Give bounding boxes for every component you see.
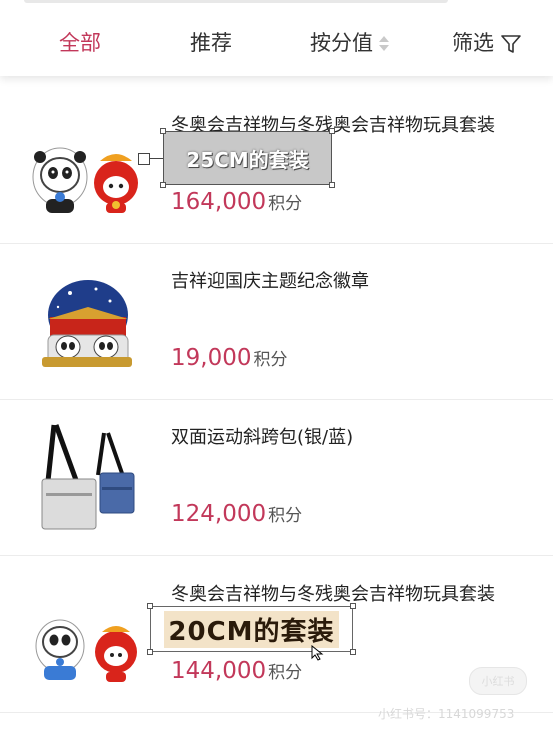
mascot-plush-set-image (32, 147, 138, 213)
national-day-badge-image (42, 280, 132, 367)
resize-handle[interactable] (329, 182, 335, 188)
tab-filter-label: 筛选 (452, 31, 494, 55)
price-value: 164,000 (171, 189, 267, 215)
product-title: 吉祥迎国庆主题纪念徽章 (171, 271, 369, 292)
product-item[interactable]: 双面运动斜跨包(银/蓝) 124,000 积分 (0, 399, 553, 556)
price-unit: 积分 (253, 350, 288, 370)
price-unit: 积分 (268, 506, 303, 526)
price-value: 19,000 (171, 345, 252, 371)
resize-handle[interactable] (147, 603, 153, 609)
tab-filter[interactable]: 筛选 (452, 28, 522, 58)
price-unit: 积分 (268, 663, 303, 683)
mouse-cursor-icon (311, 645, 324, 661)
filter-icon (501, 35, 521, 53)
tab-recommended[interactable]: 推荐 (190, 28, 232, 58)
annotation-connector-line (150, 158, 163, 159)
price-value: 124,000 (171, 501, 267, 527)
product-price: 144,000 积分 (171, 658, 302, 684)
price-unit: 积分 (268, 194, 303, 214)
product-title: 双面运动斜跨包(银/蓝) (171, 427, 354, 448)
resize-handle[interactable] (160, 182, 166, 188)
tab-bar: 全部 推荐 按分值 筛选 (0, 0, 553, 76)
watermark-text: 小红书号：1141099753 (378, 707, 515, 721)
tab-sort-by-points[interactable]: 按分值 (310, 28, 391, 58)
annotation-text: 20CM的套装 (164, 610, 339, 648)
resize-handle[interactable] (350, 649, 356, 655)
watermark-logo: 小红书 (469, 667, 527, 695)
annotation-label-25cm[interactable]: 25CM的套装 (163, 131, 332, 185)
product-price: 19,000 积分 (171, 345, 287, 371)
annotation-text: 25CM的套装 (186, 147, 309, 172)
resize-handle[interactable] (329, 128, 335, 134)
tab-all[interactable]: 全部 (59, 28, 101, 58)
resize-handle[interactable] (160, 128, 166, 134)
annotation-connector-handle[interactable] (138, 153, 150, 165)
resize-handle[interactable] (350, 603, 356, 609)
mascot-plush-set-image (35, 619, 137, 682)
product-price: 164,000 积分 (171, 189, 302, 215)
product-price: 124,000 积分 (171, 501, 302, 527)
watermark-logo-text: 小红书 (481, 675, 515, 688)
crossbody-bags-image (41, 424, 135, 530)
tab-sort-by-points-label: 按分值 (310, 31, 373, 55)
sort-arrows-icon (377, 34, 391, 54)
product-title: 冬奥会吉祥物与冬残奥会吉祥物玩具套装 (171, 584, 495, 605)
product-item[interactable]: 吉祥迎国庆主题纪念徽章 19,000 积分 (0, 243, 553, 400)
price-value: 144,000 (171, 658, 267, 684)
resize-handle[interactable] (147, 649, 153, 655)
search-bar-edge (24, 0, 448, 3)
